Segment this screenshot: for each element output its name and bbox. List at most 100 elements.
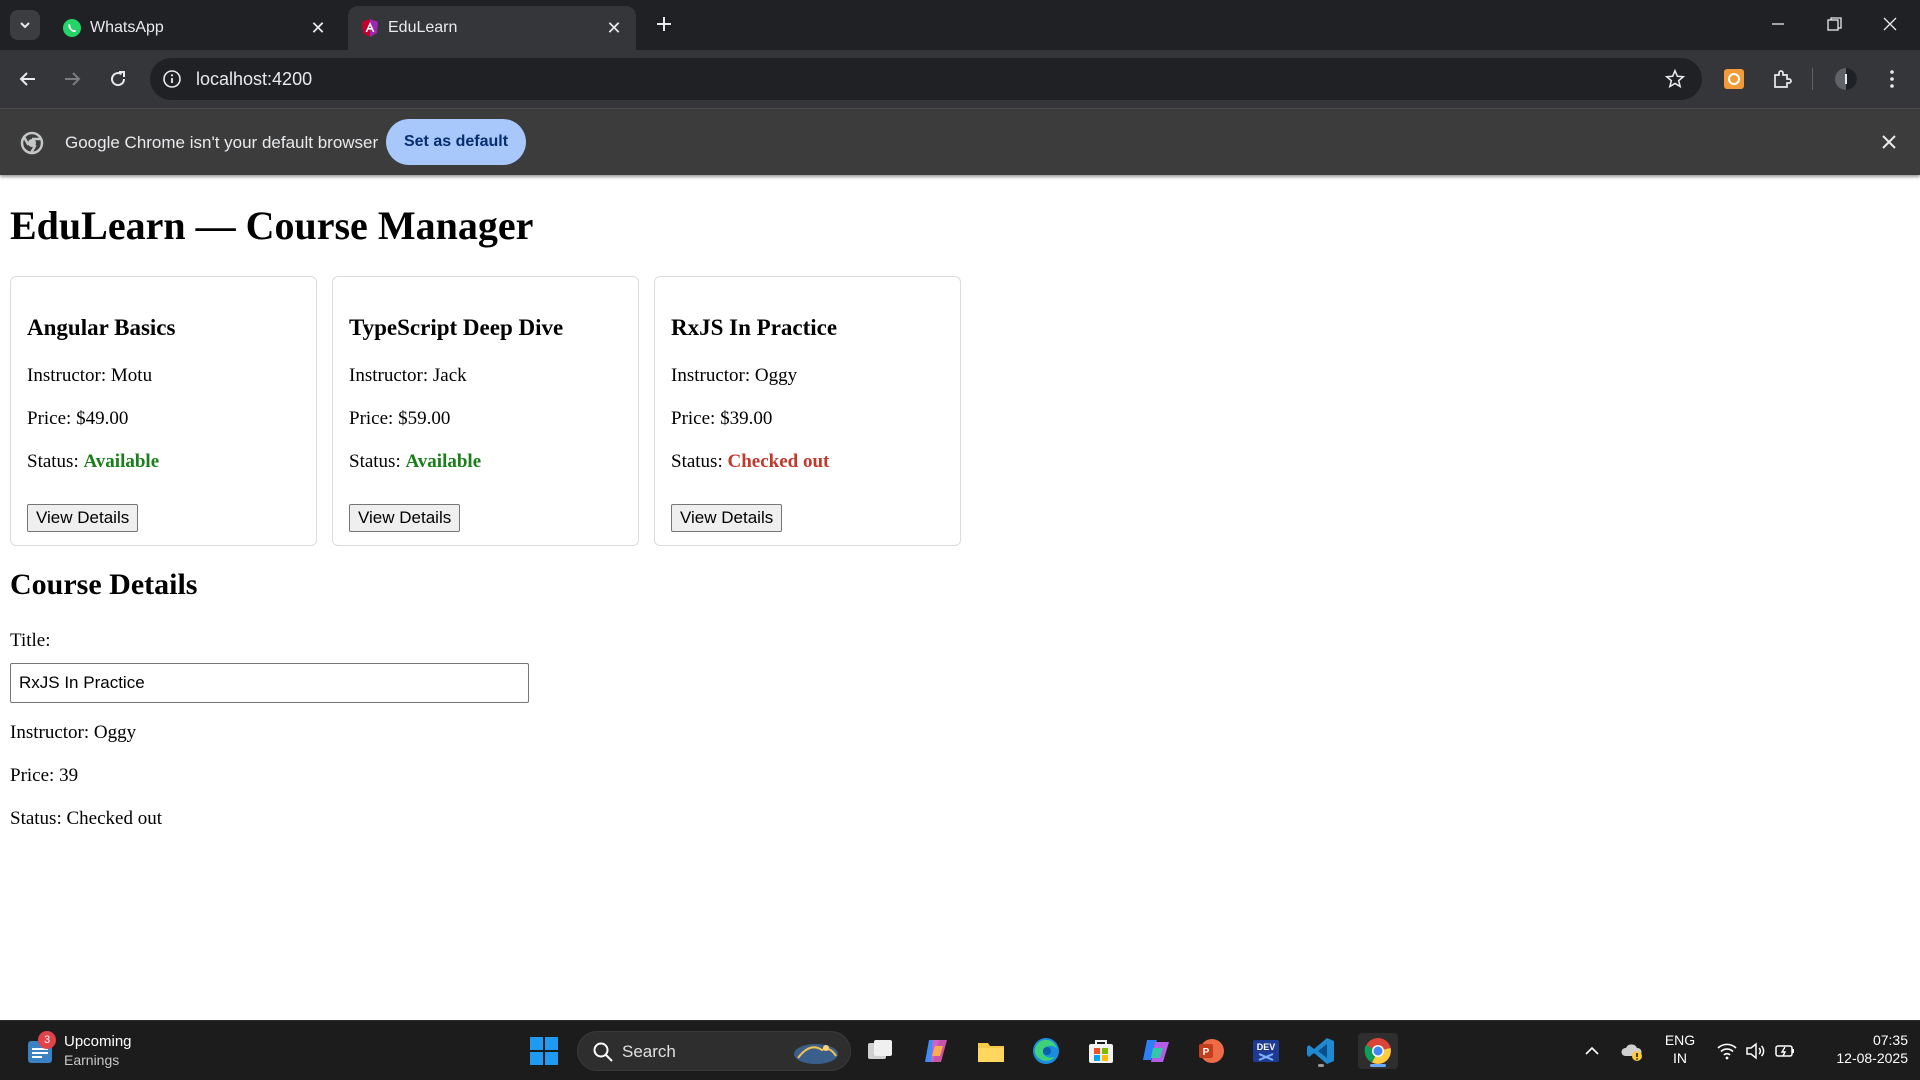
- widget-subtitle: Earnings: [64, 1052, 120, 1068]
- widget-title: Upcoming: [64, 1033, 132, 1050]
- course-instructor: Instructor: Jack: [349, 365, 467, 386]
- course-status: Status: Checked out: [671, 451, 830, 472]
- course-price: Price: $39.00: [671, 408, 773, 429]
- browser-toolbar: localhost:4200: [0, 50, 1920, 108]
- new-tab-icon[interactable]: [652, 12, 676, 36]
- default-browser-infobar: Google Chrome isn't your default browser…: [0, 108, 1920, 175]
- task-view-button[interactable]: [862, 1033, 898, 1069]
- minimize-icon[interactable]: [1766, 12, 1790, 36]
- svg-text:P: P: [1203, 1047, 1210, 1058]
- taskbar-search[interactable]: Search: [577, 1031, 851, 1071]
- dev-home-icon: DEV: [1253, 1040, 1279, 1062]
- tab-title: EduLearn: [388, 19, 458, 36]
- tab-strip: WhatsApp ✕ EduLearn ✕: [0, 0, 1920, 50]
- chrome-button[interactable]: [1358, 1033, 1398, 1069]
- start-button[interactable]: [526, 1033, 562, 1069]
- dev-home-button[interactable]: DEV: [1248, 1033, 1284, 1069]
- details-instructor: Instructor: Oggy: [10, 722, 137, 743]
- search-label: Search: [622, 1042, 676, 1061]
- course-status: Status: Available: [27, 451, 160, 472]
- widgets-button[interactable]: 3 Upcoming Earnings: [26, 1031, 176, 1071]
- course-instructor: Instructor: Oggy: [671, 365, 798, 386]
- back-icon[interactable]: [16, 67, 40, 91]
- course-title: Angular Basics: [27, 315, 176, 340]
- tab-edulearn[interactable]: EduLearn ✕: [348, 6, 636, 50]
- close-tab-icon[interactable]: ✕: [308, 18, 328, 38]
- windows-taskbar: 3 Upcoming Earnings Search P DEV ENG IN …: [0, 1020, 1920, 1080]
- infobar-message: Google Chrome isn't your default browser: [65, 133, 379, 152]
- course-price: Price: $49.00: [27, 408, 129, 429]
- m365-button[interactable]: [1138, 1033, 1174, 1069]
- status-badge: Available: [405, 451, 482, 472]
- extensions-puzzle-icon[interactable]: [1770, 67, 1794, 91]
- file-explorer-button[interactable]: [973, 1033, 1009, 1069]
- vscode-button[interactable]: [1303, 1033, 1339, 1069]
- view-details-button[interactable]: View Details: [671, 504, 783, 532]
- chrome-logo-icon: [20, 131, 44, 155]
- start-icon: [530, 1037, 558, 1065]
- site-info-icon[interactable]: [162, 69, 182, 89]
- store-icon: [1089, 1040, 1113, 1063]
- view-details-button[interactable]: View Details: [349, 504, 461, 532]
- language-code: ENG: [1664, 1032, 1696, 1048]
- url-text: localhost:4200: [196, 69, 313, 89]
- tab-whatsapp[interactable]: WhatsApp ✕: [50, 6, 340, 50]
- edge-icon: [1033, 1038, 1059, 1064]
- reload-icon[interactable]: [106, 67, 130, 91]
- view-details-button[interactable]: View Details: [27, 504, 139, 532]
- details-status: Status: Checked out: [10, 808, 162, 829]
- copilot-icon: [925, 1040, 947, 1062]
- more-menu-icon[interactable]: [1880, 67, 1904, 91]
- region-code: IN: [1673, 1050, 1687, 1066]
- whatsapp-icon: [63, 19, 81, 37]
- course-title: TypeScript Deep Dive: [349, 315, 564, 340]
- page-title: EduLearn — Course Manager: [10, 203, 534, 248]
- bookmark-star-icon[interactable]: [1664, 68, 1686, 90]
- wifi-icon[interactable]: [1716, 1041, 1738, 1061]
- course-price: Price: $59.00: [349, 408, 451, 429]
- onedrive-warning-icon[interactable]: [1620, 1039, 1644, 1063]
- page-content: EduLearn — Course Manager Angular Basics…: [0, 176, 1920, 1020]
- active-app-indicator: [1370, 1064, 1386, 1067]
- profile-avatar-icon[interactable]: [1834, 67, 1858, 91]
- copilot-button[interactable]: [918, 1033, 954, 1069]
- close-window-icon[interactable]: [1878, 12, 1902, 36]
- clock-time: 07:35: [1872, 1032, 1908, 1048]
- close-infobar-icon[interactable]: [1878, 131, 1900, 153]
- notification-badge: 3: [38, 1031, 56, 1049]
- details-price: Price: 39: [10, 765, 79, 786]
- powerpoint-icon: P: [1199, 1039, 1224, 1063]
- task-view-icon: [868, 1040, 892, 1059]
- chrome-icon: [1364, 1038, 1391, 1064]
- title-label: Title:: [10, 630, 51, 651]
- course-card: TypeScript Deep Dive Instructor: Jack Pr…: [332, 276, 639, 546]
- vscode-icon: [1307, 1038, 1334, 1064]
- clock-date: 12-08-2025: [1836, 1050, 1908, 1066]
- restore-icon[interactable]: [1822, 12, 1846, 36]
- m365-icon: [1143, 1040, 1169, 1062]
- chevron-down-icon: [20, 22, 30, 29]
- open-app-indicator: [1318, 1064, 1324, 1067]
- powerpoint-button[interactable]: P: [1193, 1033, 1229, 1069]
- file-explorer-icon: [978, 1043, 1004, 1062]
- show-hidden-icons-icon[interactable]: [1582, 1041, 1602, 1061]
- volume-icon[interactable]: [1744, 1041, 1766, 1061]
- status-badge: Available: [83, 451, 160, 472]
- clock[interactable]: 07:35 12-08-2025: [1808, 1032, 1908, 1066]
- edge-button[interactable]: [1028, 1033, 1064, 1069]
- extension-orange-icon[interactable]: [1722, 67, 1746, 91]
- search-icon: [593, 1042, 613, 1062]
- battery-icon[interactable]: [1774, 1041, 1796, 1061]
- language-indicator[interactable]: ENG IN: [1660, 1032, 1700, 1066]
- set-as-default-button[interactable]: Set as default: [386, 119, 526, 165]
- course-card: Angular Basics Instructor: Motu Price: $…: [10, 276, 317, 546]
- tab-title: WhatsApp: [90, 19, 164, 36]
- course-status: Status: Available: [349, 451, 482, 472]
- forward-icon[interactable]: [60, 67, 84, 91]
- address-bar[interactable]: localhost:4200: [150, 58, 1702, 100]
- status-badge: Checked out: [727, 451, 830, 472]
- store-button[interactable]: [1083, 1033, 1119, 1069]
- title-input[interactable]: [10, 663, 529, 703]
- tab-search-button[interactable]: [10, 10, 40, 40]
- close-tab-icon[interactable]: ✕: [604, 18, 624, 38]
